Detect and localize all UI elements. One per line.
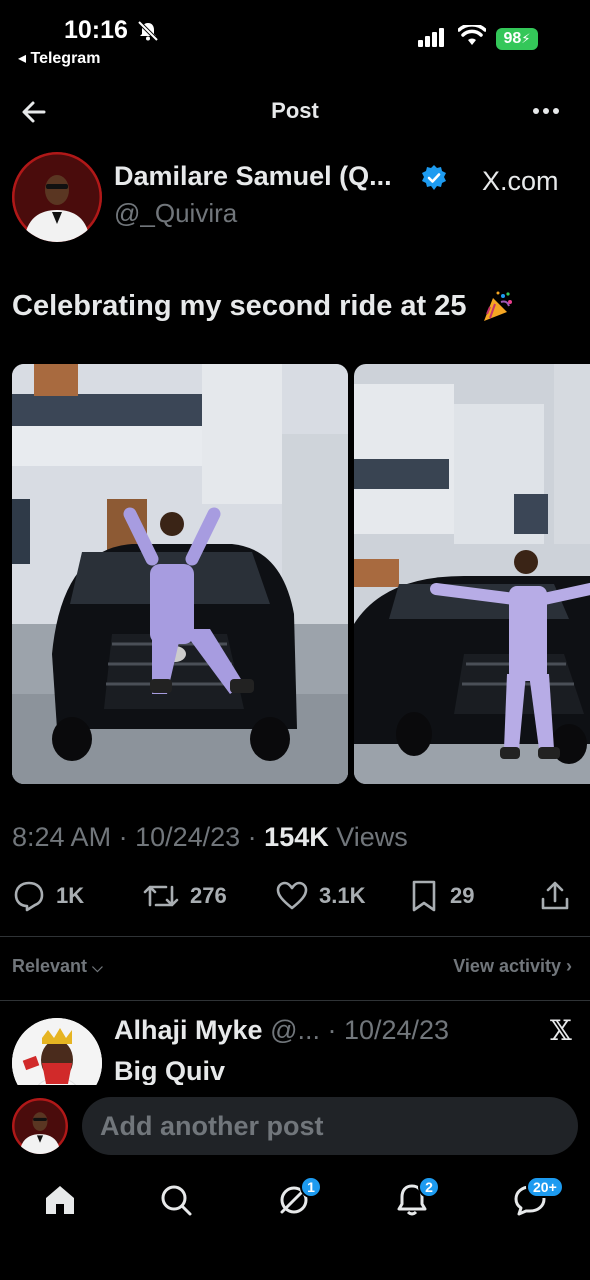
post-text-content: Celebrating my second ride at 25: [12, 290, 467, 322]
author-handle[interactable]: @_Quivira: [114, 198, 237, 229]
source-label: X.com: [482, 166, 559, 196]
post-time: 8:24 AM: [12, 822, 112, 852]
grok-badge: 1: [300, 1176, 322, 1198]
heart-icon: [276, 881, 308, 910]
party-popper-icon: [483, 291, 512, 322]
home-icon[interactable]: [40, 1180, 80, 1220]
like-button[interactable]: 3.1K: [275, 879, 365, 913]
post-photo-1[interactable]: [12, 364, 348, 784]
more-options-icon[interactable]: [528, 96, 564, 126]
notifications-badge: 2: [418, 1176, 440, 1198]
share-button[interactable]: [538, 879, 572, 913]
x-logo-icon: 𝕏: [550, 1014, 572, 1047]
reply-header: Alhaji Myke @... · 10/24/23: [114, 1015, 449, 1046]
author-avatar[interactable]: [12, 152, 102, 242]
photo-1-image: [12, 364, 348, 784]
chevron-right-icon: ›: [566, 956, 572, 976]
search-icon[interactable]: [156, 1180, 196, 1220]
reply-button[interactable]: 1K: [12, 879, 84, 913]
reply-handle-date: @... · 10/24/23: [262, 1015, 450, 1045]
reply-author-name[interactable]: Alhaji Myke: [114, 1015, 263, 1045]
like-count: 3.1K: [319, 883, 366, 908]
photo-2-image: [354, 364, 590, 784]
battery-level: 98: [503, 30, 522, 47]
battery-indicator: 98 ⚡: [496, 28, 538, 50]
bookmark-count: 29: [450, 883, 475, 908]
reply-text: Big Quiv: [114, 1056, 226, 1086]
my-avatar[interactable]: [12, 1098, 68, 1154]
wifi-icon: [458, 25, 486, 45]
sort-label: Relevant: [12, 956, 88, 976]
back-to-telegram-link[interactable]: ◂ Telegram: [18, 48, 100, 68]
status-time: 10:16: [64, 16, 128, 44]
post-actions: 1K 276 3.1K 29: [0, 879, 590, 919]
bookmark-icon: [412, 880, 436, 912]
post-text: Celebrating my second ride at 25: [12, 290, 515, 324]
verified-badge-icon: [422, 165, 446, 190]
view-activity-label: View activity: [453, 956, 561, 976]
messages-badge: 20+: [526, 1176, 564, 1198]
my-avatar-image: [12, 1098, 68, 1154]
back-arrow-icon[interactable]: [18, 96, 50, 128]
add-post-input[interactable]: Add another post: [82, 1097, 578, 1155]
repost-icon: [143, 885, 179, 907]
divider: [0, 1000, 590, 1001]
share-icon: [541, 881, 569, 910]
view-activity-link[interactable]: View activity ›: [453, 956, 572, 977]
post-meta: 8:24 AM · 10/24/23 · 154K Views: [12, 822, 408, 852]
cellular-signal-icon: [418, 28, 444, 47]
page-title: Post: [271, 98, 319, 123]
views-label: Views: [336, 822, 408, 852]
chevron-down-icon: ⌵: [92, 959, 103, 975]
post-photo-2[interactable]: [354, 364, 590, 784]
author-avatar-image: [12, 152, 102, 242]
status-bar: 10:16 ◂ Telegram 98 ⚡: [0, 0, 590, 76]
author-name[interactable]: Damilare Samuel (Q...: [114, 161, 392, 192]
reply-icon: [14, 881, 44, 912]
bookmark-button[interactable]: 29: [408, 879, 474, 913]
divider: [0, 936, 590, 937]
repost-button[interactable]: 276: [142, 879, 227, 913]
post-date: 10/24/23: [135, 822, 241, 852]
bell-muted-icon: [137, 20, 159, 42]
repost-count: 276: [190, 883, 227, 908]
reply-count: 1K: [56, 883, 85, 908]
views-count: 154K: [264, 822, 329, 852]
sort-dropdown[interactable]: Relevant ⌵: [12, 956, 103, 977]
